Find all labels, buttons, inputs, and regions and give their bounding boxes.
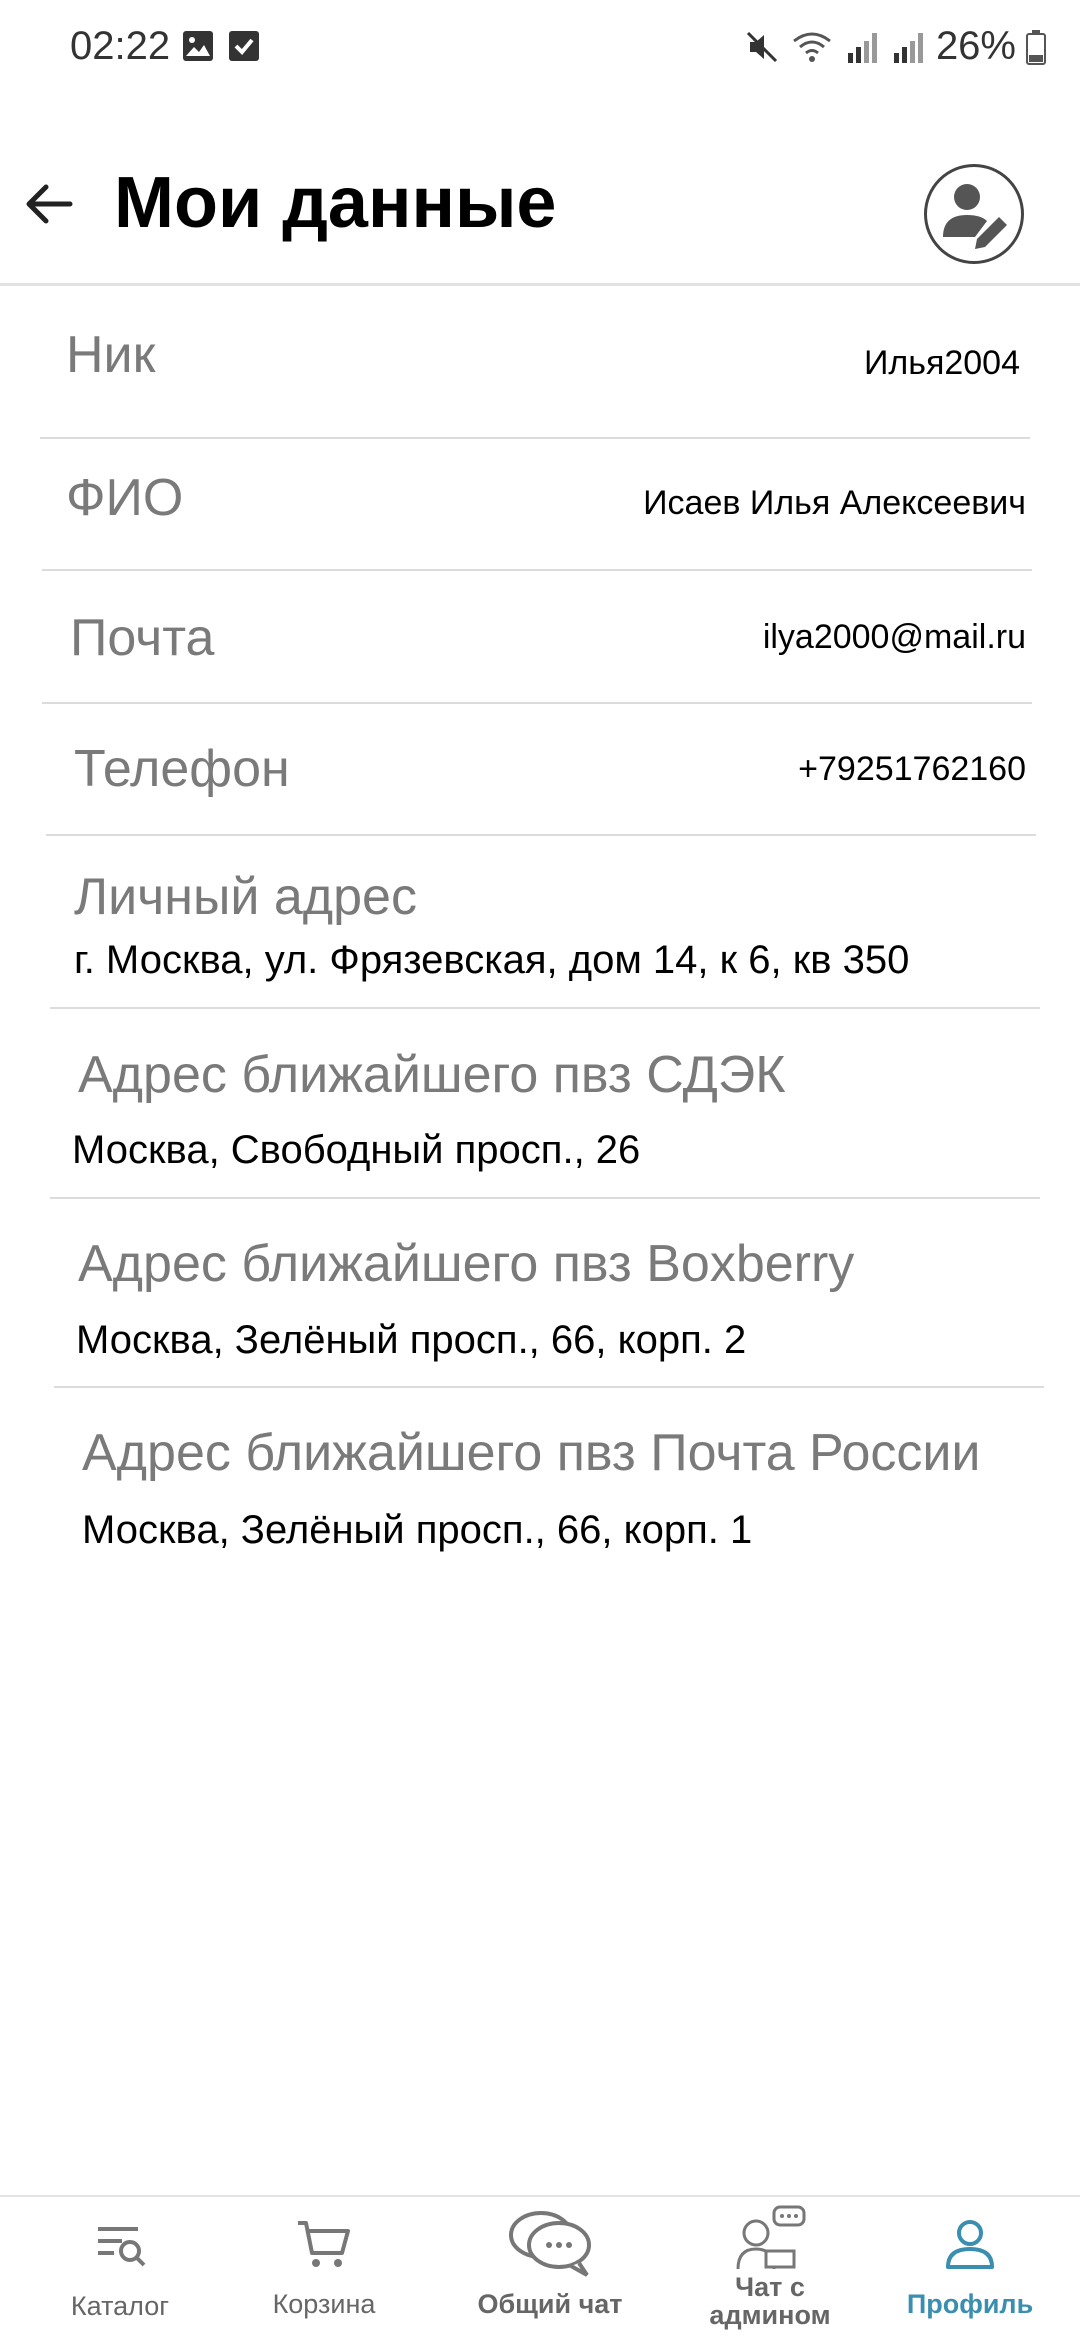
- nick-label: Ник: [66, 326, 156, 384]
- cdek-label: Адрес ближайшего пвз СДЭК: [78, 1046, 786, 1104]
- mute-icon: [746, 31, 777, 62]
- email-value: ilya2000@mail.ru: [762, 618, 1026, 656]
- chat-bubbles-icon: [509, 2211, 591, 2277]
- checkbox-notification-icon: [229, 31, 259, 61]
- page-title: Мои данные: [114, 163, 557, 243]
- row-divider: [42, 569, 1032, 571]
- nav-profile[interactable]: Профиль: [890, 2197, 1050, 2342]
- nav-catalog-label: Каталог: [70, 2291, 170, 2321]
- signal-1-icon: [847, 32, 877, 63]
- nav-admin-chat-label-line1: Чат с: [735, 2272, 805, 2302]
- address-value: г. Москва, ул. Фрязевская, дом 14, к 6, …: [74, 938, 910, 982]
- signal-2-icon: [893, 32, 923, 63]
- status-time: 02:22: [70, 24, 171, 68]
- row-divider: [46, 834, 1036, 836]
- image-notification-icon: [183, 31, 213, 61]
- battery-icon: [1026, 29, 1046, 65]
- header-divider: [0, 283, 1080, 286]
- app-bar: Мои данные: [0, 130, 1080, 280]
- bottom-navigation: Каталог Корзина Общий чат Чат с админом: [0, 2195, 1080, 2342]
- status-right: 26%: [744, 24, 1046, 69]
- nav-profile-label: Профиль: [906, 2289, 1034, 2319]
- nav-cart-label: Корзина: [272, 2289, 376, 2319]
- admin-chat-icon: [736, 2205, 806, 2270]
- profile-icon: [946, 2220, 994, 2269]
- email-label: Почта: [70, 609, 215, 667]
- row-divider: [42, 702, 1032, 704]
- nav-catalog[interactable]: Каталог: [40, 2197, 200, 2342]
- nick-value: Илья2004: [863, 344, 1020, 382]
- address-label: Личный адрес: [74, 868, 417, 926]
- fio-label: ФИО: [66, 469, 184, 527]
- back-arrow-icon[interactable]: [20, 174, 80, 234]
- nav-admin-chat[interactable]: Чат с админом: [700, 2197, 840, 2342]
- post-label: Адрес ближайшего пвз Почта России: [82, 1424, 981, 1482]
- nav-admin-chat-label-line2: админом: [709, 2300, 831, 2330]
- cart-icon: [298, 2221, 350, 2267]
- edit-profile-button[interactable]: [924, 164, 1024, 264]
- notification-icons: [182, 30, 260, 62]
- nav-common-chat-label: Общий чат: [477, 2289, 623, 2319]
- cdek-value: Москва, Свободный просп., 26: [72, 1128, 641, 1172]
- nav-cart[interactable]: Корзина: [244, 2197, 404, 2342]
- status-bar: 02:22 26%: [0, 0, 1080, 96]
- phone-value: +79251762160: [798, 750, 1026, 788]
- boxberry-label: Адрес ближайшего пвз Boxberry: [78, 1235, 855, 1293]
- row-divider: [50, 1007, 1040, 1009]
- wifi-icon: [793, 32, 831, 62]
- phone-label: Телефон: [74, 740, 290, 798]
- catalog-icon: [98, 2227, 146, 2267]
- fio-value: Исаев Илья Алексеевич: [643, 484, 1026, 522]
- nav-common-chat[interactable]: Общий чат: [460, 2197, 640, 2342]
- row-divider: [50, 1197, 1040, 1199]
- boxberry-value: Москва, Зелёный просп., 66, корп. 2: [76, 1318, 747, 1362]
- row-divider: [40, 437, 1030, 439]
- nav-admin-chat-label: Чат с админом: [700, 2273, 840, 2329]
- edit-user-icon: [943, 184, 1007, 249]
- battery-percent: 26%: [935, 24, 1016, 68]
- row-divider: [54, 1386, 1044, 1388]
- post-value: Москва, Зелёный просп., 66, корп. 1: [82, 1508, 753, 1552]
